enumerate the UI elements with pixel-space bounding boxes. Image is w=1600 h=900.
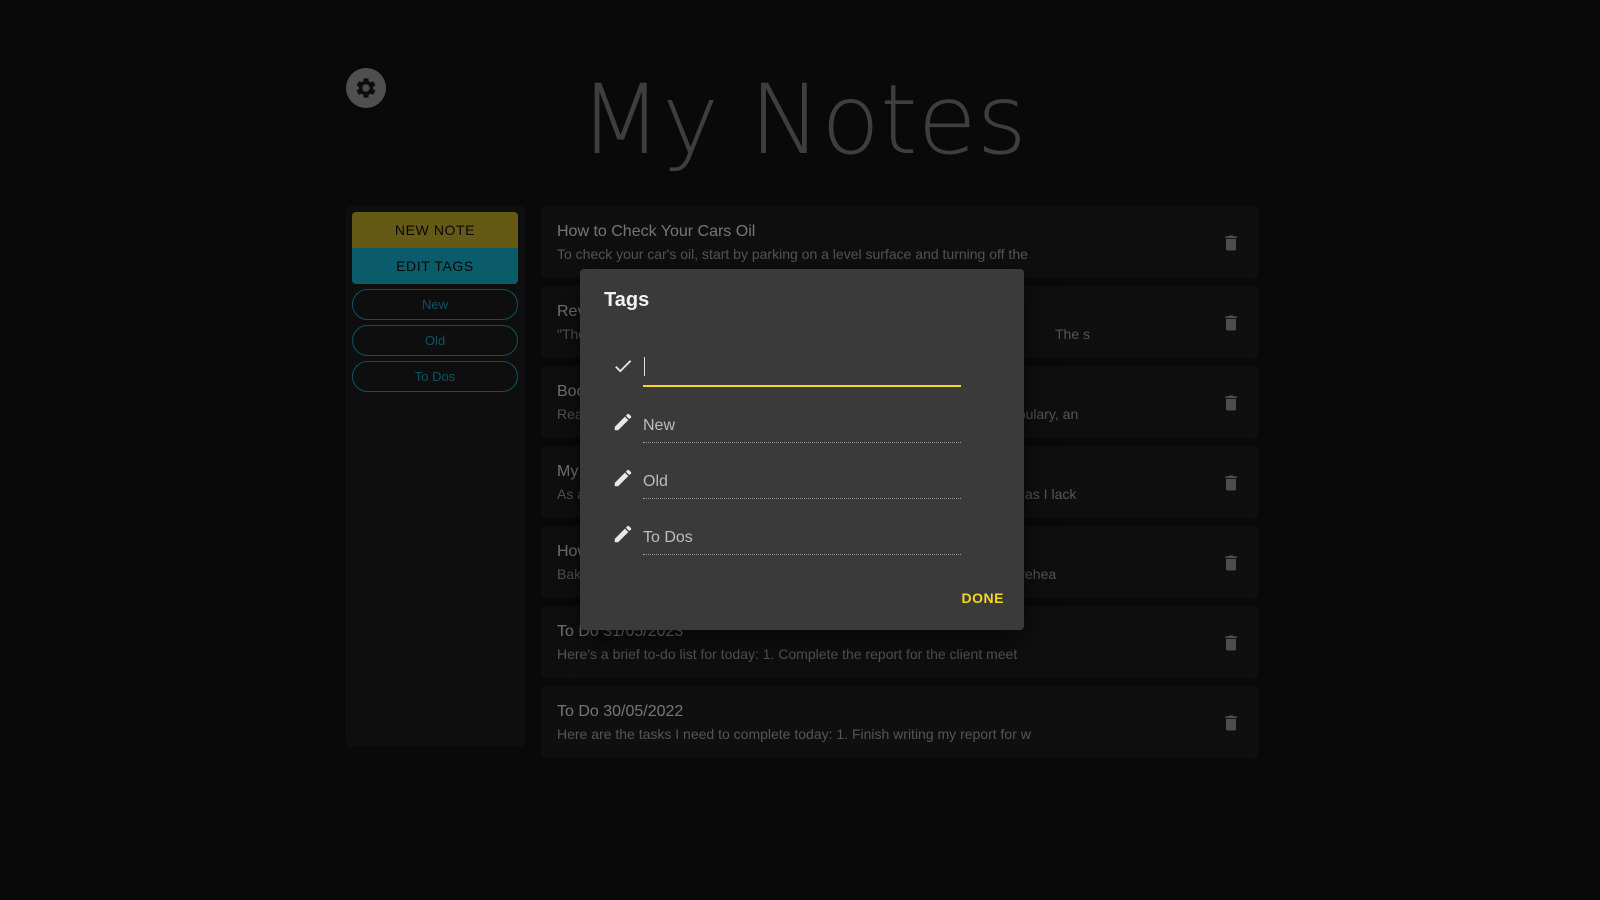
- tag-edit-row: [612, 459, 964, 499]
- tag-name-input-old[interactable]: [643, 459, 961, 497]
- tag-field: [643, 515, 961, 555]
- edit-tag-button[interactable]: [612, 523, 636, 547]
- done-button[interactable]: DONE: [962, 584, 1004, 612]
- tag-field: [643, 403, 961, 443]
- tag-field: [643, 459, 961, 499]
- new-tag-field: [643, 347, 961, 387]
- tag-name-input-new[interactable]: [643, 403, 961, 441]
- pencil-icon: [614, 413, 632, 431]
- confirm-new-tag-button[interactable]: [612, 355, 636, 379]
- tag-edit-row: [612, 515, 964, 555]
- dialog-title: Tags: [604, 289, 650, 311]
- text-caret: [644, 357, 645, 376]
- check-icon: [615, 360, 632, 373]
- pencil-icon: [614, 469, 632, 487]
- new-tag-input[interactable]: [643, 347, 961, 385]
- tag-edit-row: [612, 403, 964, 443]
- edit-tag-button[interactable]: [612, 467, 636, 491]
- edit-tag-button[interactable]: [612, 411, 636, 435]
- pencil-icon: [614, 525, 632, 543]
- app-root: My Notes NEW NOTE EDIT TAGS New Old To D…: [0, 0, 1600, 900]
- tag-name-input-to-dos[interactable]: [643, 515, 961, 553]
- new-tag-row: [612, 347, 964, 387]
- tags-dialog: Tags New Old To Dos DONE: [580, 269, 1024, 630]
